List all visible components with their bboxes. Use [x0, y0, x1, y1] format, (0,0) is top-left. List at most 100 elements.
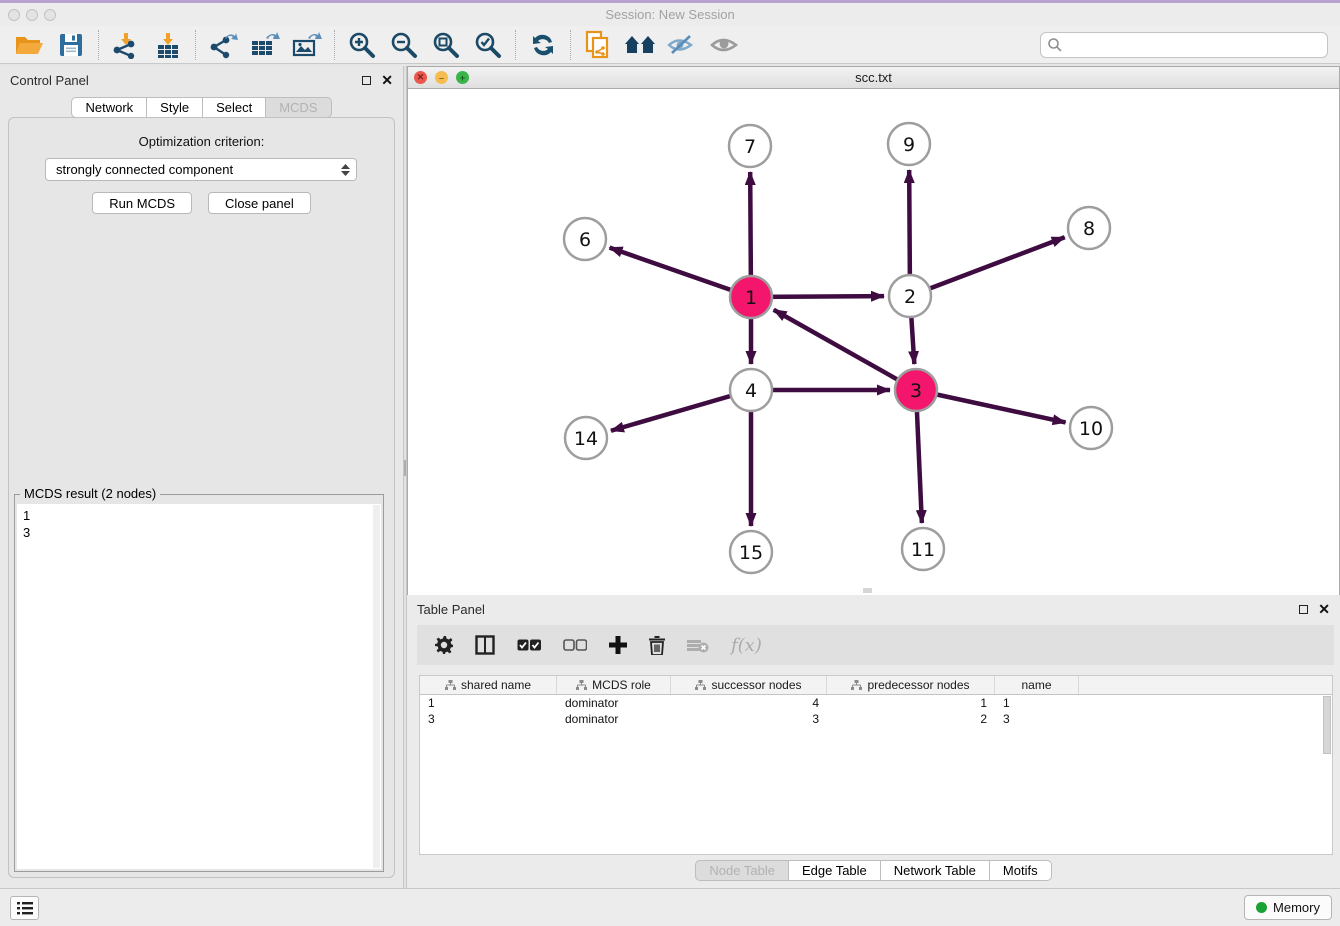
network-window-titlebar[interactable]: ✕ – + scc.txt — [408, 67, 1339, 89]
table-scrollbar[interactable] — [1323, 696, 1331, 754]
mcds-result-text[interactable]: 13 — [17, 504, 381, 869]
cell-predecessor-nodes[interactable]: 1 — [827, 696, 995, 710]
import-table-button[interactable] — [147, 29, 189, 61]
node-table[interactable]: shared name MCDS role successor nodes pr… — [419, 675, 1333, 855]
node-4[interactable]: 4 — [730, 369, 772, 411]
column-header-mcds-role[interactable]: MCDS role — [557, 676, 671, 694]
criterion-dropdown[interactable]: strongly connected component — [45, 158, 357, 181]
node-6[interactable]: 6 — [564, 218, 606, 260]
node-label: 10 — [1079, 418, 1103, 440]
export-network-button[interactable] — [202, 29, 244, 61]
node-3[interactable]: 3 — [895, 369, 937, 411]
select-all-columns-button[interactable] — [517, 639, 541, 651]
node-10[interactable]: 10 — [1070, 407, 1112, 449]
node-15[interactable]: 15 — [730, 531, 772, 573]
run-mcds-button[interactable]: Run MCDS — [92, 192, 192, 214]
column-label: predecessor nodes — [867, 678, 969, 692]
zoom-in-button[interactable] — [341, 29, 383, 61]
cell-name[interactable]: 3 — [995, 712, 1079, 726]
cell-successor-nodes[interactable]: 3 — [671, 712, 827, 726]
edge-1-6[interactable] — [610, 248, 751, 297]
split-columns-button[interactable] — [475, 635, 495, 655]
column-header-successor-nodes[interactable]: successor nodes — [671, 676, 827, 694]
refresh-view-button[interactable] — [522, 29, 564, 61]
tab-edge-table[interactable]: Edge Table — [788, 860, 881, 881]
edge-2-8[interactable] — [910, 237, 1065, 296]
task-history-button[interactable] — [10, 896, 39, 920]
search-field[interactable] — [1040, 32, 1328, 58]
hide-selected-button[interactable] — [661, 29, 703, 61]
clone-network-button[interactable] — [577, 29, 619, 61]
cell-name[interactable]: 1 — [995, 696, 1079, 710]
result-scrollbar[interactable] — [373, 505, 380, 868]
column-header-predecessor-nodes[interactable]: predecessor nodes — [827, 676, 995, 694]
zoom-selected-button[interactable] — [467, 29, 509, 61]
cell-predecessor-nodes[interactable]: 2 — [827, 712, 995, 726]
close-panel-icon[interactable]: ✕ — [381, 73, 393, 87]
table-row[interactable]: 3 dominator 3 2 3 — [420, 711, 1332, 727]
tab-motifs[interactable]: Motifs — [989, 860, 1052, 881]
tab-network[interactable]: Network — [71, 97, 147, 118]
delete-column-button[interactable] — [649, 636, 665, 655]
node-7[interactable]: 7 — [729, 125, 771, 167]
cell-shared-name[interactable]: 3 — [420, 712, 557, 726]
toolbar-separator — [195, 30, 196, 60]
import-network-icon — [112, 31, 140, 59]
control-panel-header: Control Panel ✕ — [0, 66, 403, 94]
zoom-out-button[interactable] — [383, 29, 425, 61]
close-table-panel-icon[interactable]: ✕ — [1318, 602, 1330, 616]
save-session-button[interactable] — [50, 29, 92, 61]
splitter-grip[interactable] — [404, 460, 406, 476]
tab-mcds[interactable]: MCDS — [265, 97, 331, 118]
edge-3-10[interactable] — [916, 390, 1066, 422]
close-panel-button[interactable]: Close panel — [208, 192, 311, 214]
plus-icon — [609, 636, 627, 654]
control-panel-title: Control Panel — [10, 73, 89, 88]
node-label: 2 — [904, 286, 916, 308]
function-builder-button[interactable]: f(x) — [731, 635, 762, 656]
search-input[interactable] — [1063, 35, 1327, 55]
cell-mcds-role[interactable]: dominator — [557, 696, 671, 710]
float-panel-icon[interactable] — [362, 76, 371, 85]
network-canvas[interactable]: 7 9 6 8 1 2 4 3 14 10 15 11 — [408, 89, 1339, 595]
node-9[interactable]: 9 — [888, 123, 930, 165]
delete-table-button[interactable] — [687, 638, 709, 653]
cell-mcds-role[interactable]: dominator — [557, 712, 671, 726]
canvas-splitter-grip[interactable] — [863, 588, 872, 593]
node-1[interactable]: 1 — [730, 276, 772, 318]
cell-successor-nodes[interactable]: 4 — [671, 696, 827, 710]
column-header-shared-name[interactable]: shared name — [420, 676, 557, 694]
column-header-name[interactable]: name — [995, 676, 1079, 694]
first-neighbors-button[interactable] — [619, 29, 661, 61]
node-2[interactable]: 2 — [889, 275, 931, 317]
import-network-button[interactable] — [105, 29, 147, 61]
control-panel-tab-bar: Network Style Select MCDS — [71, 97, 331, 118]
zoom-fit-icon — [432, 31, 460, 59]
cell-shared-name[interactable]: 1 — [420, 696, 557, 710]
eye-icon — [708, 33, 740, 57]
float-table-panel-icon[interactable] — [1299, 605, 1308, 614]
control-panel: Control Panel ✕ Network Style Select MCD… — [0, 66, 403, 888]
table-settings-button[interactable] — [435, 636, 453, 654]
export-image-button[interactable] — [286, 29, 328, 61]
node-14[interactable]: 14 — [565, 417, 607, 459]
show-all-button[interactable] — [703, 29, 745, 61]
tab-node-table[interactable]: Node Table — [695, 860, 789, 881]
memory-button[interactable]: Memory — [1244, 895, 1332, 920]
zoom-fit-button[interactable] — [425, 29, 467, 61]
node-label: 8 — [1083, 218, 1095, 240]
export-table-button[interactable] — [244, 29, 286, 61]
column-label: shared name — [461, 678, 531, 692]
add-column-button[interactable] — [609, 636, 627, 654]
tab-select[interactable]: Select — [202, 97, 266, 118]
column-label: name — [1021, 678, 1051, 692]
tab-style[interactable]: Style — [146, 97, 203, 118]
table-row[interactable]: 1 dominator 4 1 1 — [420, 695, 1332, 711]
tab-network-table[interactable]: Network Table — [880, 860, 990, 881]
edge-3-1[interactable] — [774, 310, 916, 390]
clear-all-columns-button[interactable] — [563, 639, 587, 651]
toolbar-separator — [98, 30, 99, 60]
node-8[interactable]: 8 — [1068, 207, 1110, 249]
node-11[interactable]: 11 — [902, 528, 944, 570]
open-session-button[interactable] — [8, 29, 50, 61]
